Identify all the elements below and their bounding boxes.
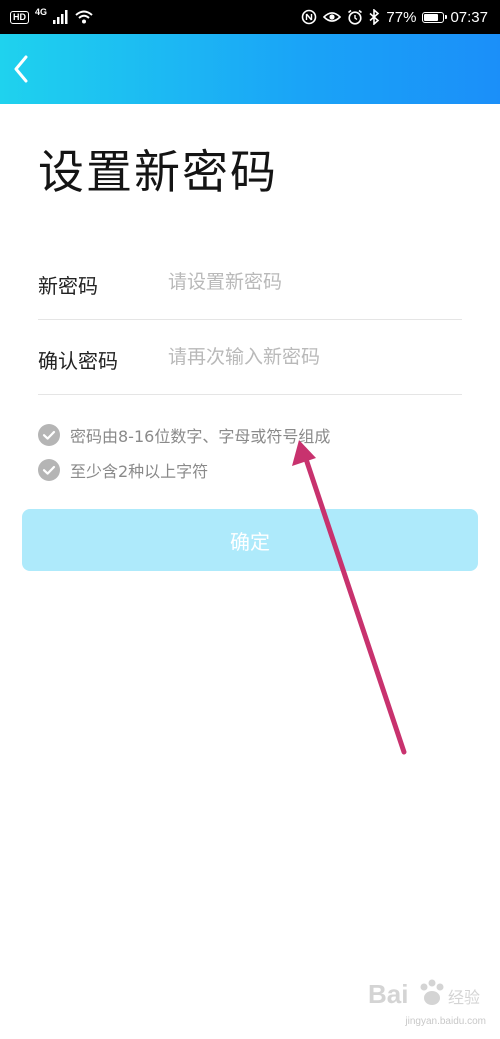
new-password-input[interactable] (168, 264, 458, 300)
watermark-url: jingyan.baidu.com (405, 1016, 486, 1027)
eye-icon (323, 12, 342, 22)
chevron-left-icon (14, 55, 28, 83)
status-bar: HD 4G 77% 07:37 (0, 0, 500, 34)
nfc-icon (302, 9, 317, 25)
app-header (0, 34, 500, 104)
wifi-icon (75, 10, 93, 24)
back-button[interactable] (6, 51, 36, 87)
confirm-password-input[interactable] (168, 339, 458, 375)
network-type: 4G (35, 7, 48, 17)
confirm-password-label: 确认密码 (38, 349, 118, 373)
new-password-label: 新密码 (38, 274, 98, 298)
baidu-logo-icon: Bai 经验 (368, 979, 480, 1009)
check-circle-icon (38, 459, 60, 481)
rule-length-text: 密码由8-16位数字、字母或符号组成 (70, 427, 331, 446)
baidu-jingyan-watermark: Bai 经验 jingyan.baidu.com (366, 971, 486, 1027)
bluetooth-icon (369, 9, 380, 25)
hd-badge: HD (10, 10, 29, 24)
signal-icon (53, 10, 68, 24)
svg-text:Bai: Bai (368, 979, 408, 1009)
battery-icon (422, 11, 448, 23)
confirm-password-row: 确认密码 (38, 321, 462, 395)
check-circle-icon (38, 424, 60, 446)
status-bar-left: HD 4G (10, 0, 93, 34)
confirm-button[interactable]: 确定 (22, 509, 478, 571)
status-time: 07:37 (450, 8, 488, 26)
rule-length: 密码由8-16位数字、字母或符号组成 (38, 423, 330, 447)
page-title: 设置新密码 (38, 145, 278, 199)
rule-types: 至少含2种以上字符 (38, 458, 208, 482)
alarm-icon (348, 9, 363, 25)
battery-percent: 77% (386, 8, 417, 26)
status-bar-right: 77% 07:37 (301, 0, 488, 34)
new-password-row: 新密码 (38, 246, 462, 320)
rule-types-text: 至少含2种以上字符 (70, 462, 209, 481)
svg-text:经验: 经验 (448, 988, 480, 1007)
app-screen: HD 4G 77% 07:37 设置新密码 新密码 确认密码 密码由8-16位数… (0, 0, 500, 1039)
confirm-button-label: 确定 (230, 529, 270, 554)
battery-level-fill (424, 13, 438, 21)
